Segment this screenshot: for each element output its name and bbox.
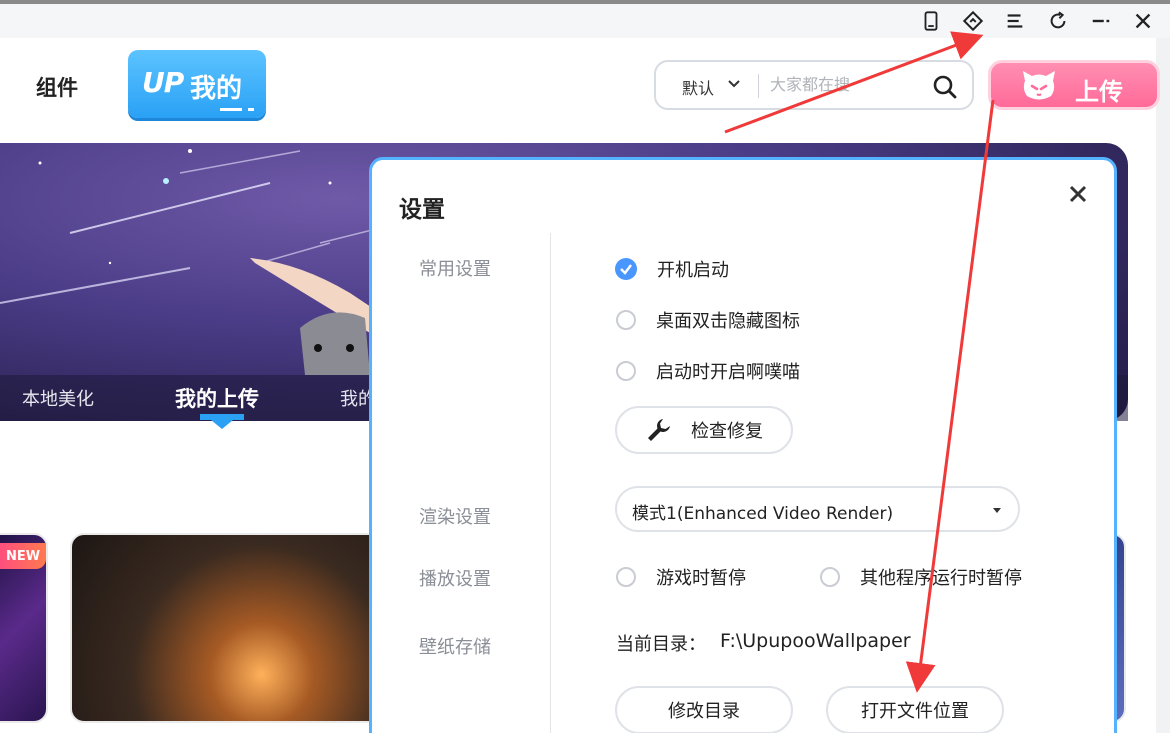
option-label: 开机启动 (657, 260, 729, 281)
close-icon[interactable] (1066, 182, 1090, 206)
change-dir-button[interactable]: 修改目录 (615, 686, 793, 733)
option-autostart[interactable]: 开机启动 (615, 256, 729, 282)
section-render: 渲染设置 (419, 507, 491, 528)
radio-unchecked[interactable] (820, 567, 840, 587)
upload-button[interactable]: 上传 (988, 60, 1160, 110)
chevron-down-icon[interactable] (726, 75, 742, 91)
refresh-icon[interactable] (1045, 8, 1071, 34)
nav-component[interactable]: 组件 (36, 72, 78, 102)
diamond-icon[interactable] (960, 8, 986, 34)
wrench-icon (648, 419, 670, 441)
section-general: 常用设置 (419, 259, 491, 280)
mine-button-label: 我的 (190, 74, 243, 104)
radio-unchecked[interactable] (616, 361, 636, 381)
repair-button-label: 检查修复 (691, 421, 763, 442)
search-icon[interactable] (932, 74, 958, 100)
settings-title: 设置 (399, 197, 445, 223)
menu-icon[interactable] (1002, 8, 1028, 34)
settings-divider (550, 233, 551, 733)
decor-dash (220, 108, 242, 111)
scrollbar-track[interactable] (1156, 38, 1170, 733)
option-label: 其他程序运行时暂停 (860, 568, 1022, 589)
phone-icon[interactable] (918, 8, 944, 34)
checked-icon[interactable] (615, 258, 637, 280)
render-mode-select[interactable]: 模式1(Enhanced Video Render) (615, 486, 1020, 532)
section-playback: 播放设置 (419, 569, 491, 590)
option-hide-desktop-icons[interactable]: 桌面双击隐藏图标 (616, 307, 800, 333)
decor-dash (248, 108, 254, 111)
dropdown-arrow-icon (993, 508, 1001, 513)
wallpaper-card[interactable] (70, 533, 390, 723)
search-input[interactable] (770, 74, 940, 98)
title-bar (0, 4, 1170, 38)
current-dir-label: 当前目录： (616, 634, 706, 655)
option-pause-other-apps[interactable]: 其他程序运行时暂停 (820, 564, 1022, 590)
minimize-icon[interactable] (1088, 8, 1114, 34)
mine-button[interactable]: UP 我的 (128, 50, 266, 118)
radio-unchecked[interactable] (616, 567, 636, 587)
search-divider (758, 74, 759, 98)
option-label: 启动时开启啊噗喵 (656, 362, 800, 383)
repair-button[interactable]: 检查修复 (615, 406, 793, 454)
section-storage: 壁纸存储 (419, 637, 491, 658)
upload-button-label: 上传 (1075, 78, 1123, 106)
search-scope-select[interactable]: 默认 (682, 75, 714, 99)
option-label: 游戏时暂停 (656, 568, 746, 589)
radio-unchecked[interactable] (616, 310, 636, 330)
current-dir-value: F:\UpupooWallpaper (720, 630, 911, 652)
render-mode-value: 模式1(Enhanced Video Render) (632, 504, 894, 524)
option-pause-in-game[interactable]: 游戏时暂停 (616, 564, 746, 590)
open-location-label: 打开文件位置 (861, 701, 969, 722)
tab-my-uploads[interactable]: 我的上传 (175, 383, 259, 413)
change-dir-label: 修改目录 (668, 701, 740, 722)
option-launch-mascot[interactable]: 启动时开启啊噗喵 (616, 358, 800, 384)
open-location-button[interactable]: 打开文件位置 (826, 686, 1004, 733)
search-box: 默认 (654, 60, 974, 110)
tab-local[interactable]: 本地美化 (22, 385, 94, 411)
mascot-icon (1023, 71, 1055, 100)
up-logo: UP (142, 66, 184, 99)
close-icon[interactable] (1130, 8, 1156, 34)
tab-active-caret (211, 420, 233, 429)
new-badge: NEW (0, 543, 46, 569)
option-label: 桌面双击隐藏图标 (656, 311, 800, 332)
